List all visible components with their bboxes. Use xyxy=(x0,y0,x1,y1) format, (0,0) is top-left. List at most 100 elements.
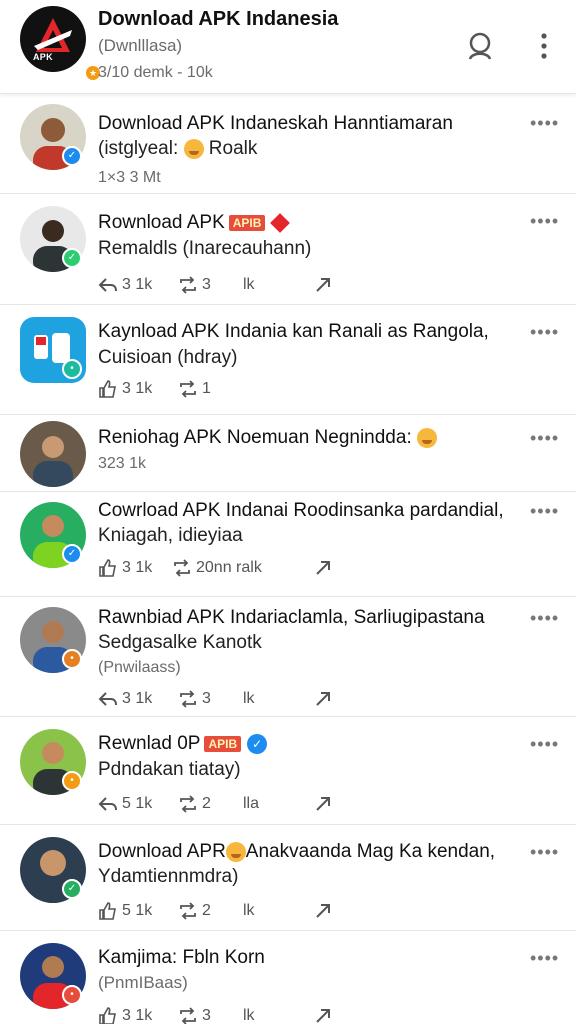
emoji-icon xyxy=(417,427,438,448)
post-more-button[interactable]: •••• xyxy=(530,323,562,341)
logo-icon xyxy=(34,18,72,52)
logo-text: APK xyxy=(33,52,53,62)
avatar[interactable] xyxy=(20,421,86,487)
post-title[interactable]: Kamjima: Fbln Korn xyxy=(98,947,265,969)
feed-post[interactable]: Reniohag APK Noemuan Negnindda: 323 1k •… xyxy=(0,415,576,492)
repost-button[interactable]: 2 xyxy=(178,900,211,922)
status-badge: • xyxy=(62,771,82,791)
feed-post[interactable]: • Rewnlad 0P APIB ✓ Pdndakan tiatay) 5 1k … xyxy=(0,717,576,825)
post-meta: 1×3 3 Mt xyxy=(98,169,161,186)
views-label: lk xyxy=(243,276,255,293)
channel-logo[interactable]: APK ★ xyxy=(20,6,102,82)
post-title[interactable]: Rewnlad 0P APIB ✓ xyxy=(98,733,268,755)
share-icon xyxy=(316,904,330,918)
reply-icon xyxy=(98,692,117,706)
status-badge: ✓ xyxy=(62,879,82,899)
emoji-icon xyxy=(225,841,246,862)
repost-button[interactable]: 2 xyxy=(178,793,211,815)
repost-icon xyxy=(174,559,190,577)
post-actions: 3 1k 1 xyxy=(98,378,358,400)
repost-button[interactable]: 3 xyxy=(178,274,211,296)
repost-button[interactable]: 3 xyxy=(178,1005,211,1024)
post-more-button[interactable]: •••• xyxy=(530,502,562,520)
avatar[interactable]: ✓ xyxy=(20,837,86,903)
feed-post[interactable]: ✓ Cowrload APK Indanai Roodinsanka parda… xyxy=(0,492,576,597)
share-button[interactable] xyxy=(313,688,333,710)
reply-button[interactable]: 3 1k xyxy=(98,688,152,710)
share-button[interactable] xyxy=(313,793,333,815)
post-title[interactable]: Download APR Anakvaanda Mag Ka kendan, xyxy=(98,841,495,863)
avatar[interactable]: • xyxy=(20,317,86,383)
reply-button[interactable]: 3 1k xyxy=(98,274,152,296)
post-more-button[interactable]: •••• xyxy=(530,735,562,753)
post-title[interactable]: Cowrload APK Indanai Roodinsanka pardand… xyxy=(98,500,504,522)
post-subtitle: (istglyeal: Roalk xyxy=(98,138,258,159)
share-icon xyxy=(316,692,330,706)
post-subtitle: Pdndakan tiatay) xyxy=(98,759,241,780)
post-more-button[interactable]: •••• xyxy=(530,114,562,132)
post-title[interactable]: Rawnbiad APK Indariaclamla, Sarliugipast… xyxy=(98,607,485,629)
post-subtitle: Sedgasalke Kanotk xyxy=(98,632,262,653)
emoji-icon xyxy=(183,138,204,159)
repost-icon xyxy=(180,902,196,920)
post-more-button[interactable]: •••• xyxy=(530,949,562,967)
post-title[interactable]: Kaynload APK Indania kan Ranali as Rango… xyxy=(98,321,489,343)
post-tag: APIB xyxy=(228,214,266,231)
status-badge: ✓ xyxy=(62,248,82,268)
reply-icon xyxy=(98,278,117,292)
post-subtitle: Kniagah, idieyiaa xyxy=(98,525,243,546)
reply-button[interactable]: 5 1k xyxy=(98,793,152,815)
feed-post[interactable]: • Kamjima: Fbln Korn (PnmIBaas) 3 1k 3 l… xyxy=(0,931,576,1024)
share-icon xyxy=(316,278,330,292)
views-label: lk xyxy=(243,1007,255,1024)
feed-post[interactable]: • Kaynload APK Indania kan Ranali as Ran… xyxy=(0,305,576,415)
repost-button[interactable]: 20nn ralk xyxy=(172,557,262,579)
thumbs-up-icon xyxy=(99,559,116,577)
thumbs-up-icon xyxy=(99,380,116,398)
thumbs-up-icon xyxy=(99,902,116,920)
post-more-button[interactable]: •••• xyxy=(530,843,562,861)
feed-post[interactable]: • Rawnbiad APK Indariaclamla, Sarliugipa… xyxy=(0,597,576,717)
like-button[interactable]: 3 1k xyxy=(98,557,152,579)
like-button[interactable]: 3 1k xyxy=(98,1005,152,1024)
like-button[interactable]: 5 1k xyxy=(98,900,152,922)
post-actions: 3 1k 3 lk xyxy=(98,688,358,710)
feed-post[interactable]: ✓ Rownload APK APIB Remaldls (Inarecauhan… xyxy=(0,194,576,305)
post-actions: 3 1k 3 lk xyxy=(98,1005,358,1024)
post-tag: APIB xyxy=(204,735,242,752)
avatar[interactable]: ✓ xyxy=(20,104,86,170)
post-meta: (Pnwilaass) xyxy=(98,659,181,676)
share-icon xyxy=(316,561,330,575)
reply-icon xyxy=(98,797,117,811)
more-menu-button[interactable] xyxy=(534,30,554,62)
views-label: lla xyxy=(243,795,260,812)
post-title[interactable]: Download APK Indaneskah Hanntiamaran xyxy=(98,113,453,135)
repost-button[interactable]: 3 xyxy=(178,688,211,710)
like-button[interactable]: 3 1k xyxy=(98,378,152,400)
avatar[interactable]: • xyxy=(20,943,86,1009)
post-subtitle: (PnmIBaas) xyxy=(98,973,188,992)
post-feed[interactable]: ✓ Download APK Indaneskah Hanntiamaran (… xyxy=(0,94,576,1024)
post-more-button[interactable]: •••• xyxy=(530,212,562,230)
search-button[interactable] xyxy=(464,30,496,62)
feed-post[interactable]: ✓ Download APR Anakvaanda Mag Ka kendan, … xyxy=(0,825,576,931)
avatar[interactable]: • xyxy=(20,607,86,673)
repost-button[interactable]: 1 xyxy=(178,378,211,400)
avatar[interactable]: • xyxy=(20,729,86,795)
feed-post[interactable]: ✓ Download APK Indaneskah Hanntiamaran (… xyxy=(0,94,576,194)
post-subtitle: Ydamtiennmdra) xyxy=(98,866,239,887)
share-button[interactable] xyxy=(313,557,333,579)
post-actions: 5 1k 2 lla xyxy=(98,793,358,815)
post-more-button[interactable]: •••• xyxy=(530,429,562,447)
post-more-button[interactable]: •••• xyxy=(530,609,562,627)
status-badge: ✓ xyxy=(62,146,82,166)
share-button[interactable] xyxy=(313,900,333,922)
avatar[interactable]: ✓ xyxy=(20,206,86,272)
post-title[interactable]: Rownload APK APIB xyxy=(98,212,291,234)
channel-meta: 3/10 demk - 10k xyxy=(98,64,213,81)
avatar[interactable]: ✓ xyxy=(20,502,86,568)
post-title[interactable]: Reniohag APK Noemuan Negnindda: xyxy=(98,427,438,449)
post-subtitle: Cuisioan (hdray) xyxy=(98,347,238,368)
share-button[interactable] xyxy=(313,1005,333,1024)
share-button[interactable] xyxy=(313,274,333,296)
